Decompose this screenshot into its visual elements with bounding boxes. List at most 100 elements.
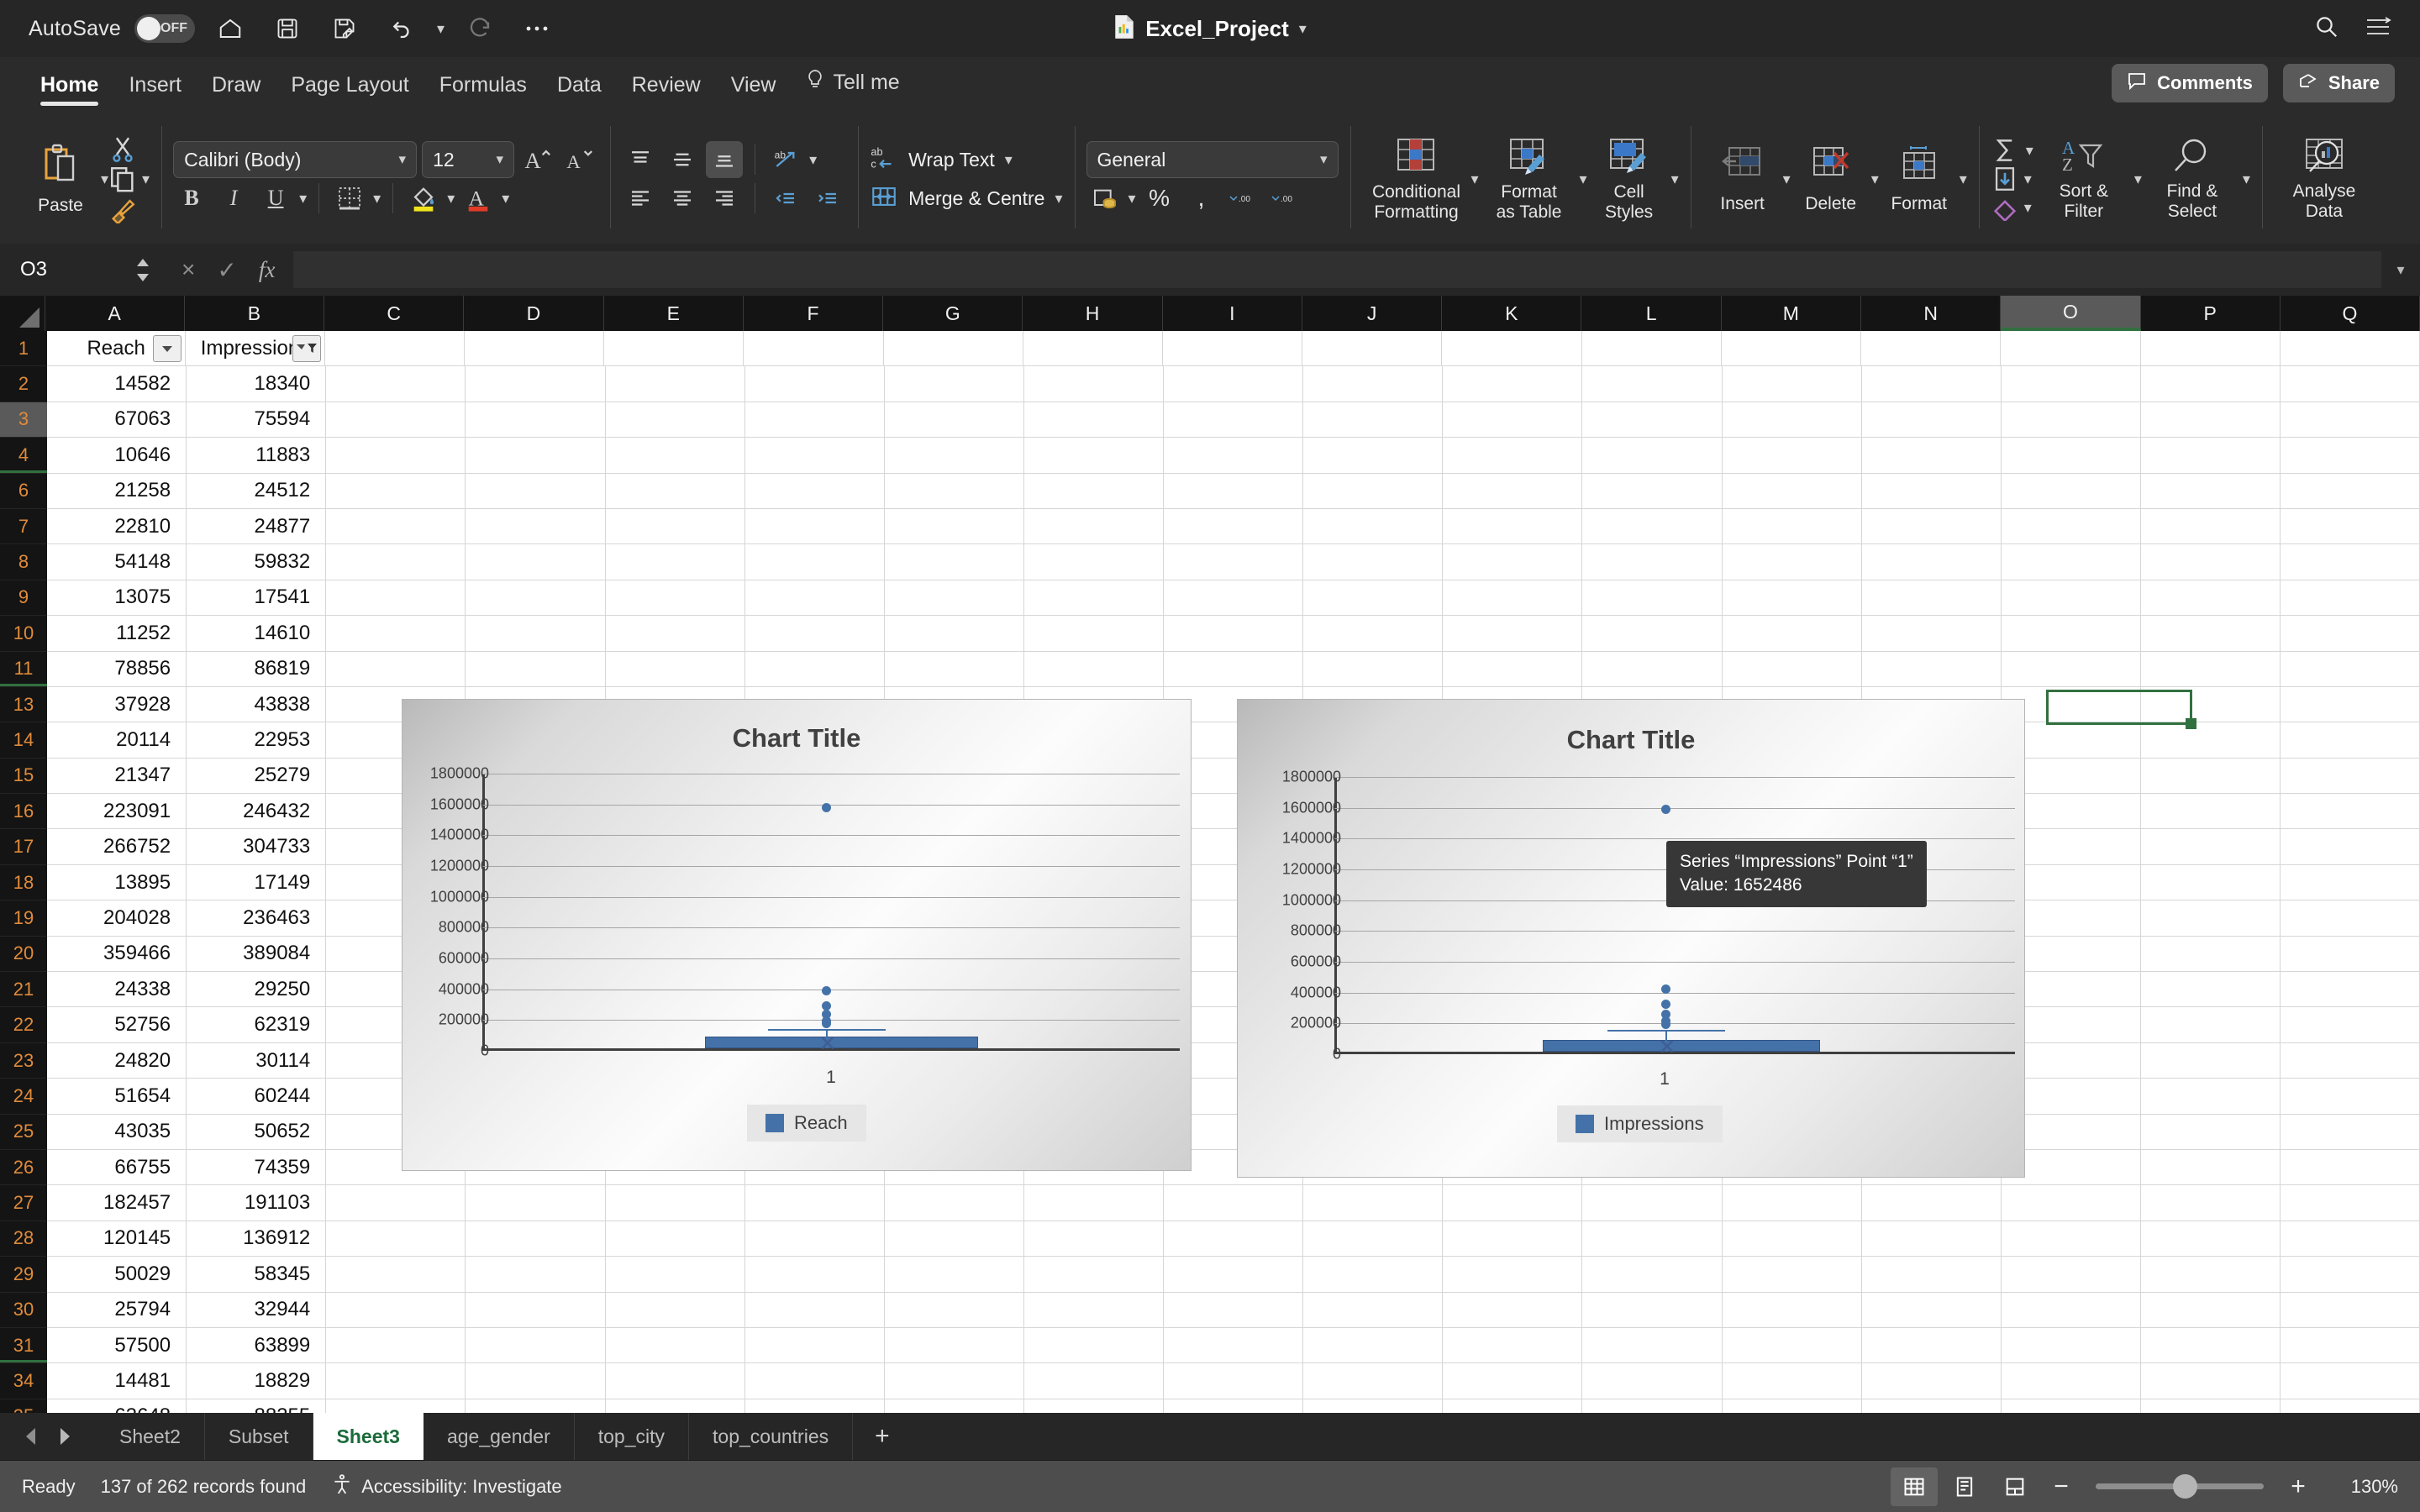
grid-cell[interactable] xyxy=(2281,864,2420,901)
grid-cell[interactable] xyxy=(2001,438,2141,474)
grid-cell[interactable] xyxy=(884,580,1024,617)
grid-cell[interactable]: 24338 xyxy=(47,972,187,1008)
grid-cell[interactable]: 57500 xyxy=(47,1327,187,1364)
row-header-29[interactable]: 29 xyxy=(0,1257,47,1293)
paste-button[interactable]: Paste xyxy=(20,143,101,216)
grid-cell[interactable]: 136912 xyxy=(187,1221,327,1257)
search-icon[interactable] xyxy=(2314,14,2339,44)
grid-cell[interactable] xyxy=(1023,616,1164,652)
comma-style-button[interactable]: , xyxy=(1183,180,1220,217)
grid-cell[interactable] xyxy=(605,1185,745,1221)
grid-cell[interactable]: 88355 xyxy=(187,1399,327,1413)
row-header-34[interactable]: 34 xyxy=(0,1363,47,1399)
grid-cell[interactable] xyxy=(605,651,745,687)
insert-chevron-down-icon[interactable]: ▾ xyxy=(1783,171,1791,188)
analyse-data-button[interactable]: Analyse Data xyxy=(2274,137,2375,221)
grid-cell[interactable] xyxy=(1582,1221,1723,1257)
grid-cell[interactable] xyxy=(884,1327,1024,1364)
grid-cell[interactable] xyxy=(1164,1292,1304,1328)
row-header-21[interactable]: 21 xyxy=(0,972,47,1008)
column-header-o[interactable]: O xyxy=(2001,296,2141,331)
grid-cell[interactable] xyxy=(605,1327,745,1364)
grid-cell[interactable] xyxy=(1443,1292,1583,1328)
column-header-q[interactable]: Q xyxy=(2280,296,2420,331)
grid-cell[interactable] xyxy=(1722,508,1862,545)
grid-cell[interactable] xyxy=(326,508,466,545)
insert-cells-button[interactable]: Insert xyxy=(1702,144,1783,214)
grid-cell[interactable] xyxy=(1164,473,1304,509)
grid-cell[interactable] xyxy=(1442,331,1582,367)
number-format-select[interactable]: General ▾ xyxy=(1086,141,1339,178)
conditional-formatting-button[interactable]: Conditional Formatting xyxy=(1362,136,1471,222)
grid-cell[interactable] xyxy=(1164,438,1304,474)
grid-cell[interactable] xyxy=(1443,1399,1583,1413)
filter-active-icon[interactable] xyxy=(292,335,321,362)
grid-cell[interactable] xyxy=(326,1327,466,1364)
grid-cell[interactable] xyxy=(1303,580,1444,617)
grid-cell[interactable] xyxy=(744,331,884,367)
row-header-35[interactable]: 35 xyxy=(0,1399,47,1413)
grid-cell[interactable] xyxy=(884,651,1024,687)
grid-cell[interactable]: 75594 xyxy=(187,402,327,438)
borders-icon[interactable] xyxy=(331,180,368,217)
format-as-table-button[interactable]: Format as Table xyxy=(1479,136,1580,222)
column-header-m[interactable]: M xyxy=(1721,296,1861,331)
wrap-text-chevron-down-icon[interactable]: ▾ xyxy=(1005,151,1013,169)
grid-cell[interactable] xyxy=(1861,651,2002,687)
grid-cell[interactable] xyxy=(1023,1221,1164,1257)
title-chevron-down-icon[interactable]: ▾ xyxy=(1299,20,1307,38)
grid-cell[interactable]: 21258 xyxy=(47,473,187,509)
column-header-h[interactable]: H xyxy=(1023,296,1163,331)
grid-cell[interactable]: 37928 xyxy=(47,686,187,723)
row-header-4[interactable]: 4 xyxy=(0,438,47,474)
grid-cell[interactable] xyxy=(2140,331,2281,367)
grid-cell[interactable] xyxy=(2001,402,2141,438)
grid-cell[interactable] xyxy=(1722,580,1862,617)
align-top-icon[interactable] xyxy=(622,141,659,178)
row-header-23[interactable]: 23 xyxy=(0,1042,47,1079)
grid-cell[interactable]: 304733 xyxy=(187,829,327,865)
increase-font-size-icon[interactable]: A xyxy=(519,141,556,178)
column-header-d[interactable]: D xyxy=(464,296,604,331)
grid-cell[interactable] xyxy=(2140,758,2281,795)
grid-cell[interactable] xyxy=(2281,1399,2420,1413)
grid-cell[interactable] xyxy=(1861,402,2002,438)
grid-cell[interactable] xyxy=(2140,1042,2281,1079)
comments-button[interactable]: Comments xyxy=(2112,64,2268,102)
grid-cell[interactable] xyxy=(2281,972,2420,1008)
grid-cell[interactable] xyxy=(1023,1327,1164,1364)
grid-cell[interactable] xyxy=(2280,331,2420,367)
grid-cell[interactable] xyxy=(1861,473,2002,509)
grid-cell[interactable] xyxy=(326,1292,466,1328)
grid-cell[interactable] xyxy=(1582,616,1723,652)
row-header-11[interactable]: 11 xyxy=(0,651,47,687)
grid-cell[interactable] xyxy=(2281,794,2420,830)
tab-page-layout[interactable]: Page Layout xyxy=(276,73,424,109)
grid-cell[interactable] xyxy=(1722,1257,1862,1293)
grid-cell[interactable] xyxy=(744,580,885,617)
format-painter-button[interactable] xyxy=(108,195,150,223)
grid-cell[interactable] xyxy=(2140,473,2281,509)
grid-cell[interactable]: 24512 xyxy=(187,473,327,509)
decrease-font-size-icon[interactable]: A xyxy=(561,141,598,178)
grid-cell[interactable] xyxy=(2140,1079,2281,1115)
zoom-out-button[interactable]: − xyxy=(2042,1473,2081,1501)
grid-cell[interactable] xyxy=(2281,1292,2420,1328)
row-header-7[interactable]: 7 xyxy=(0,508,47,545)
format-as-table-chevron-down-icon[interactable]: ▾ xyxy=(1580,171,1587,188)
column-header-j[interactable]: J xyxy=(1302,296,1443,331)
fill-color-chevron-down-icon[interactable]: ▾ xyxy=(447,190,455,207)
sheet-tab-top-countries[interactable]: top_countries xyxy=(689,1413,854,1460)
grid-cell[interactable] xyxy=(1303,1185,1444,1221)
grid-cell[interactable] xyxy=(2140,686,2281,723)
grid-cell[interactable]: 43035 xyxy=(47,1114,187,1150)
row-header-28[interactable]: 28 xyxy=(0,1221,47,1257)
column-header-p[interactable]: P xyxy=(2140,296,2281,331)
grid-cell[interactable] xyxy=(744,1399,885,1413)
grid-cell[interactable] xyxy=(2281,651,2420,687)
grid-cell[interactable]: 66755 xyxy=(47,1149,187,1186)
grid-cell[interactable] xyxy=(605,1399,745,1413)
grid-cell[interactable]: 59832 xyxy=(187,544,327,580)
grid-cell[interactable] xyxy=(605,366,745,402)
autosave-toggle[interactable]: OFF xyxy=(134,14,196,43)
